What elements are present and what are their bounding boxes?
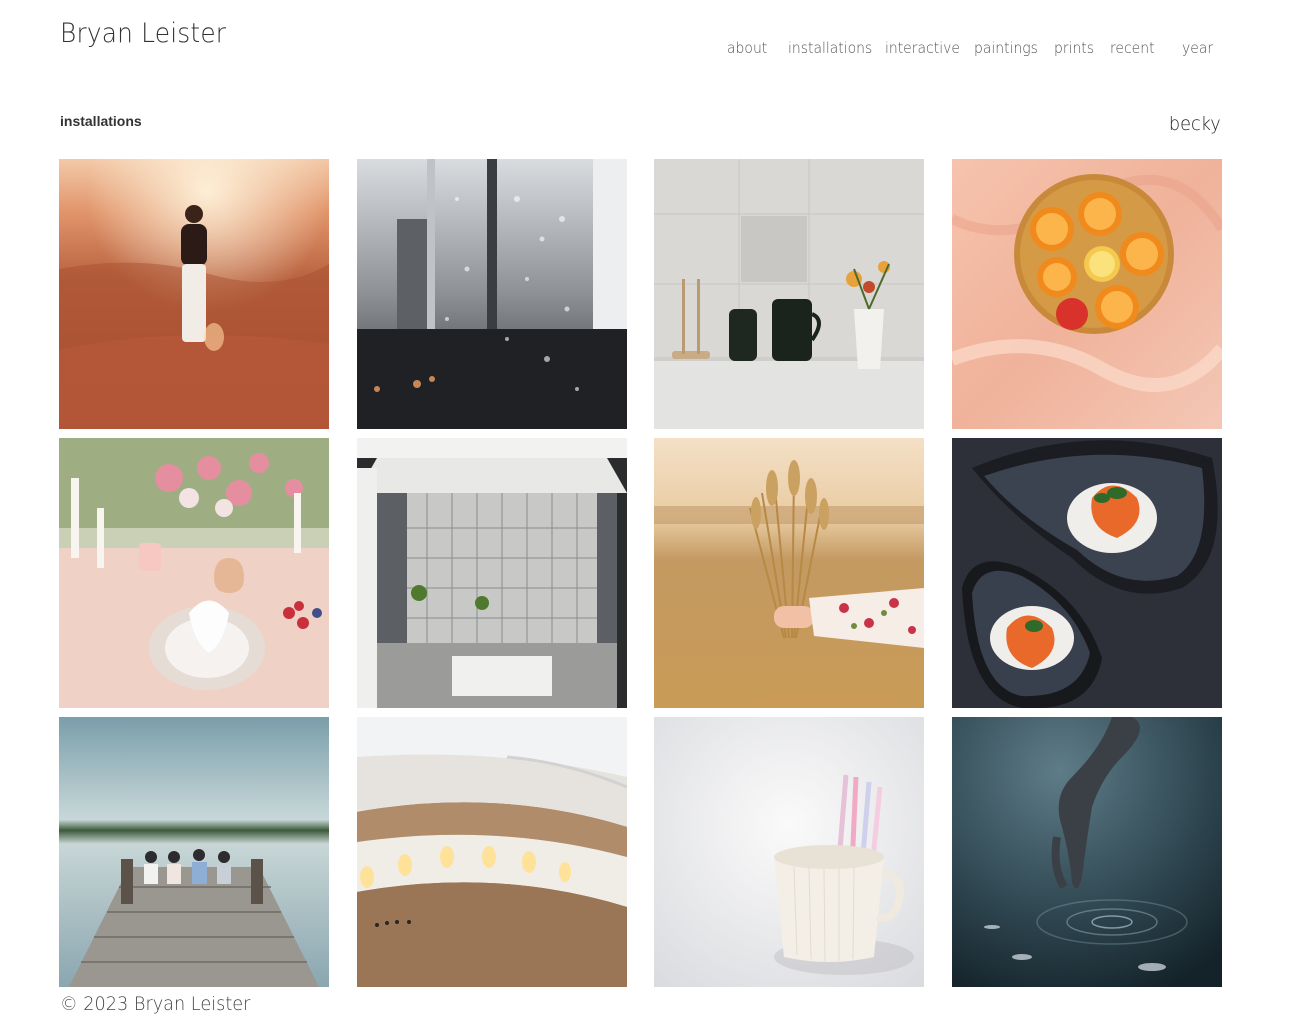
- gallery-image-sea-urchin-bowls[interactable]: [952, 438, 1223, 708]
- copyright-footer: © 2023 Bryan Leister: [60, 993, 251, 1015]
- nav-item-recent[interactable]: recent: [1110, 39, 1155, 57]
- image-gallery: [59, 159, 1223, 987]
- nav-item-about[interactable]: about: [727, 39, 767, 57]
- nav-item-prints[interactable]: prints: [1054, 39, 1094, 57]
- gallery-image-hand-holding-wheat[interactable]: [654, 438, 925, 708]
- gallery-image-oranges-in-colander[interactable]: [952, 159, 1223, 429]
- nav-item-paintings[interactable]: paintings: [974, 39, 1038, 57]
- gallery-image-floral-table-setting[interactable]: [59, 438, 329, 708]
- gallery-image-museum-rotunda[interactable]: [356, 717, 627, 987]
- gallery-title: becky: [1169, 113, 1221, 135]
- gallery-image-woman-in-desert[interactable]: [59, 159, 329, 429]
- gallery-image-storefront-window[interactable]: [356, 438, 627, 708]
- gallery-image-hand-touching-water[interactable]: [952, 717, 1223, 987]
- gallery-image-kitchen-counter-still-life[interactable]: [654, 159, 925, 429]
- nav-item-interactive[interactable]: interactive: [885, 39, 960, 57]
- nav-item-year[interactable]: year: [1182, 39, 1213, 57]
- gallery-image-rain-on-window-city[interactable]: [356, 159, 627, 429]
- gallery-image-friends-on-dock[interactable]: [59, 717, 329, 987]
- section-title: installations: [60, 113, 142, 129]
- gallery-image-pencils-in-cup[interactable]: [654, 717, 925, 987]
- main-nav: about installations interactive painting…: [0, 39, 1297, 57]
- nav-item-installations[interactable]: installations: [788, 39, 872, 57]
